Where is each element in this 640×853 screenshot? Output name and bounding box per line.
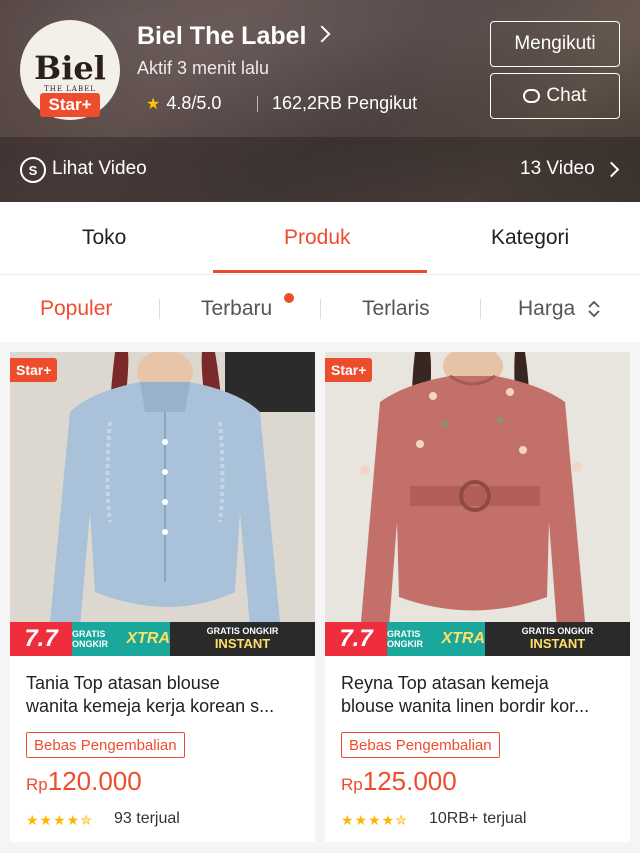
product-title[interactable]: Reyna Top atasan kemeja blouse wanita li… xyxy=(341,672,621,718)
tab-kategori[interactable]: Kategori xyxy=(491,226,569,250)
star-plus-badge: Star+ xyxy=(325,358,373,382)
sort-updown-icon[interactable] xyxy=(587,299,601,319)
logo-word: Biel xyxy=(34,48,106,87)
product-image[interactable]: Star+ 7.7 GRATIS ONGKIR XTRA GRATIS ONGK… xyxy=(10,352,315,656)
star-plus-badge: Star+ xyxy=(40,93,100,117)
promo-instant-text: INSTANT xyxy=(214,635,271,651)
sort-populer[interactable]: Populer xyxy=(40,297,112,321)
chat-label: Chat xyxy=(546,85,587,106)
sort-harga[interactable]: Harga xyxy=(518,297,575,321)
follow-button[interactable]: Mengikuti xyxy=(490,21,620,67)
free-shipping-instant-label: GRATIS ONGKIR INSTANT xyxy=(170,622,315,656)
video-count[interactable]: 13 Video xyxy=(520,158,595,180)
star-icon: ★ xyxy=(146,95,161,113)
sort-bar: Populer Terbaru Terlaris Harga xyxy=(0,274,640,342)
promo-banner: 7.7 GRATIS ONGKIR XTRA GRATIS ONGKIR INS… xyxy=(10,622,315,656)
sort-terlaris[interactable]: Terlaris xyxy=(362,297,430,321)
product-title-line1: Tania Top atasan blouse xyxy=(26,673,220,693)
promo-xtra-small: GRATIS ONGKIR xyxy=(387,629,423,649)
divider xyxy=(159,299,160,319)
product-image[interactable]: Star+ 7.7 GRATIS ONGKIR XTRA GRATIS ONGK… xyxy=(325,352,630,656)
tab-toko[interactable]: Toko xyxy=(82,226,126,250)
product-title-line2: blouse wanita linen bordir kor... xyxy=(341,696,590,716)
star-plus-badge: Star+ xyxy=(10,358,58,382)
active-status: Aktif 3 menit lalu xyxy=(137,58,270,78)
price-value: 120.000 xyxy=(47,766,142,796)
promo-instant-small: GRATIS ONGKIR xyxy=(521,625,594,636)
promo-instant-text: INSTANT xyxy=(529,635,586,651)
free-return-tag: Bebas Pengembalian xyxy=(341,732,500,758)
new-dot-indicator xyxy=(284,293,294,303)
promo-xtra-text: XTRA xyxy=(441,630,485,647)
product-card[interactable]: Star+ 7.7 GRATIS ONGKIR XTRA GRATIS ONGK… xyxy=(325,352,630,842)
rating-stars-icon: ★★★★✮ xyxy=(26,812,93,828)
shop-rating: ★ 4.8/5.0 xyxy=(146,93,221,114)
price-currency: Rp xyxy=(341,775,363,794)
followers-count: 162,2RB Pengikut xyxy=(272,93,418,113)
sort-terbaru[interactable]: Terbaru xyxy=(201,297,272,321)
chat-icon xyxy=(523,85,541,103)
logo-subtext: THE LABEL xyxy=(44,84,96,93)
sold-count: 10RB+ terjual xyxy=(429,810,527,827)
video-label[interactable]: Lihat Video xyxy=(52,158,147,180)
product-card[interactable]: Star+ 7.7 GRATIS ONGKIR XTRA GRATIS ONGK… xyxy=(10,352,315,842)
product-price: Rp120.000 xyxy=(26,766,142,797)
video-icon: S xyxy=(20,157,46,183)
price-value: 125.000 xyxy=(362,766,457,796)
promo-77-label: 7.7 xyxy=(325,622,387,656)
promo-xtra-text: XTRA xyxy=(126,630,170,647)
free-shipping-xtra-label: GRATIS ONGKIR XTRA xyxy=(387,622,485,656)
free-return-tag: Bebas Pengembalian xyxy=(26,732,185,758)
product-price: Rp125.000 xyxy=(341,766,457,797)
price-currency: Rp xyxy=(26,775,48,794)
shop-name[interactable]: Biel The Label xyxy=(137,22,306,51)
product-title-line2: wanita kemeja kerja korean s... xyxy=(26,696,275,716)
promo-banner: 7.7 GRATIS ONGKIR XTRA GRATIS ONGKIR INS… xyxy=(325,622,630,656)
promo-xtra-small: GRATIS ONGKIR xyxy=(72,629,108,649)
product-title[interactable]: Tania Top atasan blouse wanita kemeja ke… xyxy=(26,672,306,718)
chevron-right-icon[interactable] xyxy=(313,25,331,43)
sold-count: 93 terjual xyxy=(114,810,180,827)
free-shipping-xtra-label: GRATIS ONGKIR XTRA xyxy=(72,622,170,656)
active-tab-indicator xyxy=(213,270,427,273)
rating-stars-icon: ★★★★✮ xyxy=(341,812,408,828)
chat-button[interactable]: Chat xyxy=(490,73,620,119)
divider xyxy=(257,96,258,112)
shop-tabs: Toko Produk Kategori xyxy=(0,202,640,274)
promo-instant-small: GRATIS ONGKIR xyxy=(206,625,279,636)
divider xyxy=(320,299,321,319)
free-shipping-instant-label: GRATIS ONGKIR INSTANT xyxy=(485,622,630,656)
product-title-line1: Reyna Top atasan kemeja xyxy=(341,673,549,693)
shop-header: Biel THE LABEL Star+ Biel The Label Akti… xyxy=(0,0,640,202)
promo-77-label: 7.7 xyxy=(10,622,72,656)
tab-produk[interactable]: Produk xyxy=(284,226,351,250)
rating-value: 4.8/5.0 xyxy=(166,93,222,113)
divider xyxy=(480,299,481,319)
